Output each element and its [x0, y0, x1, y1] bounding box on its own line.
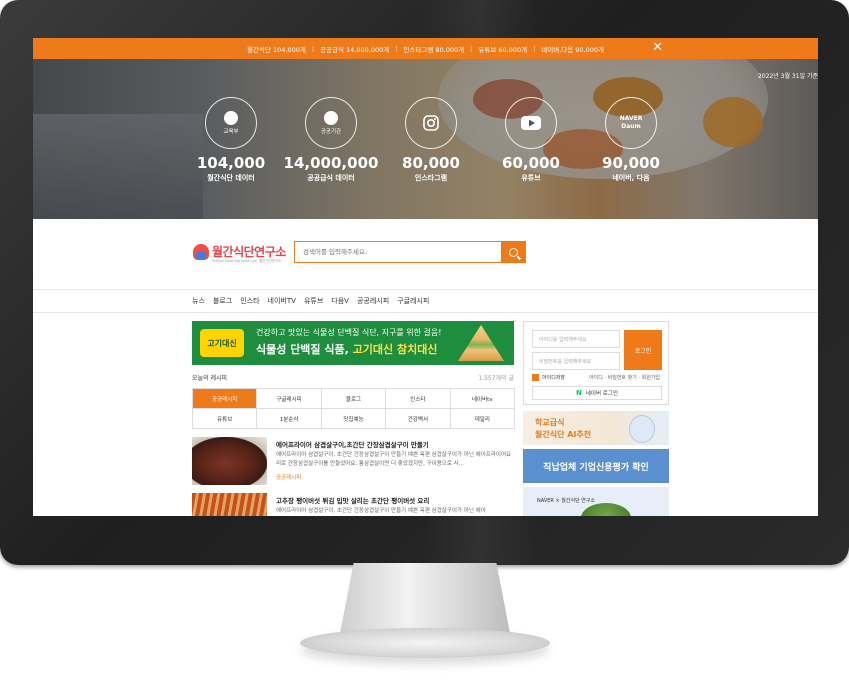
post-title: 고추장 팽이버섯 튀김 입맛 살리는 초간단 팽이버섯 요리	[276, 497, 430, 505]
ad-credit-check[interactable]: 직납업체 기업신용평가 확인	[523, 449, 669, 483]
notice-item: 유튜브 60,000개	[478, 45, 528, 54]
notice-item: 인스타그램 80,000개	[403, 45, 465, 54]
banner-line1: 건강하고 맛있는 식물성 단백질 식단, 지구를 위한 걸음!	[256, 328, 442, 337]
stat-label: 인스타그램	[414, 174, 448, 182]
notice-item: 네이버,다음 90,000개	[541, 45, 605, 54]
tab-blog[interactable]: 블로그	[321, 389, 387, 409]
tab-health[interactable]: 건강백서	[386, 409, 451, 429]
stat-monthly-menu: 교육부 104,000 월간식단 데이터	[176, 97, 286, 183]
notice-item: 월간식단 104,000개	[246, 45, 306, 54]
nav-item-daumv[interactable]: 다음V	[331, 296, 349, 306]
post-desc: 에어프라이어 삼겹살구이, 초간단 간장삼겹살구이 만들기 예쁜 옥편 삼겹살구…	[276, 452, 512, 467]
ad-text: 학교급식	[535, 418, 565, 427]
monitor-frame: 월간식단 104,000개 | 공공급식 14,000,000개 | 인스타그램 8…	[0, 0, 849, 565]
banner-badge: 고기대신	[200, 329, 244, 357]
ad-ai-menu[interactable]: 학교급식 월간식단 AI추천	[523, 411, 669, 445]
nav-item-public-recipe[interactable]: 공공레시피	[357, 296, 389, 306]
post-thumbnail	[192, 437, 267, 485]
public-agency-icon: 공공기관	[305, 97, 357, 149]
login-panel: 아이디를 입력해주세요 비밀번호를 입력해주세요 로그인 아이디저장 아이디 ·…	[523, 321, 669, 405]
search-input[interactable]	[295, 242, 501, 262]
search-button[interactable]	[501, 242, 525, 262]
search-icon	[508, 247, 518, 257]
logo-text: 월간식단연구소	[212, 245, 286, 259]
id-field[interactable]: 아이디를 입력해주세요	[532, 330, 620, 348]
robot-icon	[629, 415, 655, 443]
ad-text: 월간식단 AI추천	[535, 430, 592, 439]
site-logo[interactable]: 월간식단연구소 School Food Big Data Lab. 월간식단연구…	[193, 243, 286, 263]
close-icon[interactable]: ✕	[652, 41, 663, 55]
promo-banner[interactable]: 고기대신 건강하고 맛있는 식물성 단백질 식단, 지구를 위한 걸음! 식물성…	[192, 321, 514, 365]
banner-line2: 식물성 단백질 식품, 고기대신 참치대신	[256, 343, 438, 356]
post-tag: 공공레시피	[276, 475, 302, 481]
nav-item-google-recipe[interactable]: 구글레시피	[397, 296, 429, 306]
password-field[interactable]: 비밀번호를 입력해주세요	[532, 352, 620, 370]
tab-youtube[interactable]: 유튜브	[193, 409, 258, 429]
stat-instagram: 80,000 인스타그램	[376, 97, 486, 183]
notice-item: 공공급식 14,000,000개	[320, 45, 390, 54]
monitor-stand-base	[300, 628, 550, 658]
monitor-stand-neck	[340, 563, 510, 633]
tab-food-show[interactable]: 맛집예능	[321, 409, 387, 429]
stat-label: 네이버, 다음	[612, 174, 650, 182]
stat-number: 60,000	[502, 154, 560, 172]
stat-public-meals: 공공기관 14,000,000 공공급식 데이터	[276, 97, 386, 183]
remember-id[interactable]: 아이디저장	[532, 374, 565, 381]
account-links[interactable]: 아이디 · 비밀번호 찾기 · 회원가입	[589, 374, 660, 381]
ministry-icon: 교육부	[205, 97, 257, 149]
chef-hat-icon	[193, 243, 209, 260]
hero-banner: 2022년 3월 31일 기준 교육부 104,000 월간식단 데이터 공공기…	[33, 59, 818, 219]
nav-item-navertv[interactable]: 네이버TV	[268, 296, 296, 306]
naver-icon: N	[576, 389, 582, 397]
recipe-header: 오늘의 레시피 1,557개의 글	[192, 373, 514, 382]
tab-1min[interactable]: 1분순삭	[257, 409, 322, 429]
ad-text: 직납업체 기업신용평가 확인	[543, 463, 649, 473]
tab-daily[interactable]: 데일리	[450, 409, 515, 429]
post-desc: 에어프라이어 삼겹살구이, 초간단 간장삼겹살구이 만들기 예쁜 옥편 삼겹살구…	[276, 508, 486, 514]
stat-number: 90,000	[602, 154, 660, 172]
stat-naver-daum: NAVER Daum 90,000 네이버, 다음	[576, 97, 686, 183]
naver-login-button[interactable]: N 네이버 로그인	[532, 386, 662, 400]
stat-number: 80,000	[402, 154, 460, 172]
screen: 월간식단 104,000개 | 공공급식 14,000,000개 | 인스타그램 8…	[33, 38, 818, 516]
login-button[interactable]: 로그인	[624, 330, 662, 370]
nav-item-youtube[interactable]: 유튜브	[304, 296, 323, 306]
ad-naver[interactable]: NAVER × 월간식단 연구소	[523, 487, 669, 516]
ad-text: NAVER × 월간식단 연구소	[537, 498, 596, 504]
nav-item-blog[interactable]: 블로그	[213, 296, 232, 306]
top-notice-bar: 월간식단 104,000개 | 공공급식 14,000,000개 | 인스타그램 8…	[33, 38, 818, 59]
logo-subtitle: School Food Big Data Lab. 월간식단연구소	[212, 259, 282, 263]
search-box	[294, 241, 526, 263]
nav-item-insta[interactable]: 인스타	[240, 296, 259, 306]
hero-date: 2022년 3월 31일 기준	[757, 73, 818, 80]
stat-label: 월간식단 데이터	[207, 174, 255, 182]
stat-youtube: 60,000 유튜브	[476, 97, 586, 183]
post-thumbnail	[192, 493, 267, 516]
list-item[interactable]: 고추장 팽이버섯 튀김 입맛 살리는 초간단 팽이버섯 요리 에어프라이어 삼겹…	[192, 493, 514, 516]
list-item[interactable]: 에어프라이어 삼겹살구이,초간단 간장삼겹살구이 만들기 에어프라이어 삼겹살구…	[192, 437, 514, 489]
checkbox-icon[interactable]	[532, 374, 539, 381]
post-title: 에어프라이어 삼겹살구이,초간단 간장삼겹살구이 만들기	[276, 441, 429, 449]
tab-google-recipe[interactable]: 구글레시피	[257, 389, 322, 409]
main-nav: 뉴스 블로그 인스타 네이버TV 유튜브 다음V 공공레시피 구글레시피	[33, 290, 818, 313]
stat-label: 공공급식 데이터	[307, 174, 355, 182]
tab-public-recipe[interactable]: 공공레시피	[193, 389, 258, 409]
nav-item-news[interactable]: 뉴스	[192, 296, 205, 306]
naver-daum-icon: NAVER Daum	[605, 97, 657, 149]
recipe-category-tabs: 공공레시피 구글레시피 블로그 인스타 네이버tv 유튜브 1분순삭 맛집예능 …	[192, 388, 515, 429]
recipe-count: 1,557개의 글	[478, 375, 514, 382]
sandwich-image	[458, 325, 504, 361]
tab-insta[interactable]: 인스타	[386, 389, 451, 409]
stat-number: 14,000,000	[283, 154, 379, 172]
youtube-icon	[505, 97, 557, 149]
site-header: 월간식단연구소 School Food Big Data Lab. 월간식단연구…	[33, 219, 818, 290]
salad-image	[581, 503, 631, 516]
stat-label: 유튜브	[521, 174, 541, 182]
instagram-icon	[405, 97, 457, 149]
tab-navertv[interactable]: 네이버tv	[450, 389, 515, 409]
stat-number: 104,000	[196, 154, 266, 172]
recipe-title: 오늘의 레시피	[192, 375, 228, 382]
